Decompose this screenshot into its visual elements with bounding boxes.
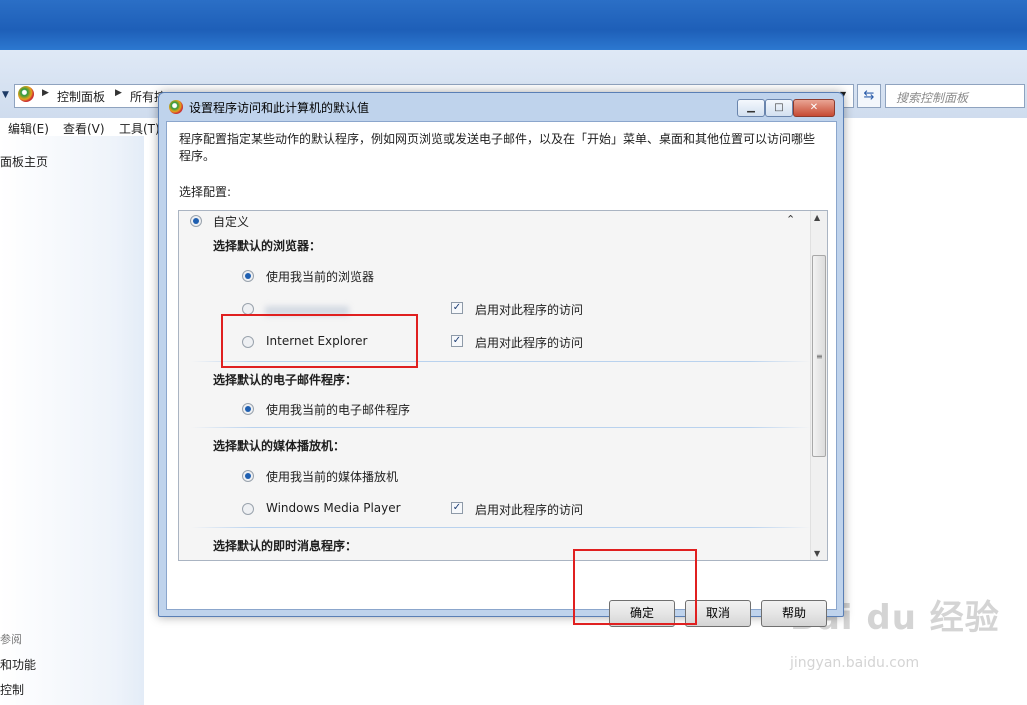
baidu-watermark-url: jingyan.baidu.com	[790, 655, 920, 671]
menu-view[interactable]: 查看(V)	[63, 120, 105, 137]
menu-tools[interactable]: 工具(T)	[119, 120, 160, 137]
refresh-button[interactable]: ⇆	[857, 84, 881, 108]
collapse-chevron-icon[interactable]: ⌃	[786, 213, 795, 226]
search-placeholder: 搜索控制面板	[896, 91, 969, 105]
minimize-button[interactable]: ▁	[737, 99, 765, 117]
list-scrollbar[interactable]: ▲ ≡ ▼	[810, 211, 827, 560]
scroll-grip-icon: ≡	[816, 352, 823, 361]
breadcrumb-control-panel[interactable]: 控制面板	[57, 88, 105, 105]
menu-edit[interactable]: 编辑(E)	[8, 120, 49, 137]
browser-option-2-access-label: 启用对此程序的访问	[475, 303, 584, 317]
config-name: 自定义	[213, 215, 250, 229]
section-divider	[191, 527, 811, 528]
close-button[interactable]: ✕	[793, 99, 835, 117]
section-heading-browser: 选择默认的浏览器：	[213, 239, 322, 253]
media-option-wmp-access-label: 启用对此程序的访问	[475, 503, 584, 517]
nav-dropdown-icon[interactable]: ▼	[2, 90, 9, 100]
minimize-icon: ▁	[747, 102, 755, 113]
control-panel-icon	[18, 86, 34, 102]
media-option-current-label: 使用我当前的媒体播放机	[266, 470, 399, 484]
breadcrumb-arrow-icon: ▶	[115, 88, 122, 98]
media-option-wmp-radio[interactable]	[242, 503, 254, 515]
section-divider	[191, 427, 811, 428]
media-option-current-radio[interactable]	[242, 470, 254, 482]
section-heading-media: 选择默认的媒体播放机：	[213, 439, 346, 453]
browser-option-current-radio[interactable]	[242, 270, 254, 282]
menu-bar: 编辑(E) 查看(V) 工具(T)	[0, 118, 160, 136]
browser-option-current-label: 使用我当前的浏览器	[266, 270, 375, 284]
left-nav-pane: 面板主页 参阅 和功能 控制	[0, 136, 144, 705]
config-list: 自定义 ⌃ 选择默认的浏览器： 使用我当前的浏览器 ✓ 启用对此程序的访问 In…	[178, 210, 828, 561]
email-option-current-label: 使用我当前的电子邮件程序	[266, 403, 411, 417]
section-heading-im: 选择默认的即时消息程序：	[213, 539, 358, 553]
window-top-banner	[0, 0, 1027, 50]
dialog-app-icon	[169, 100, 183, 114]
scroll-up-icon[interactable]: ▲	[814, 213, 820, 222]
scrollbar-thumb[interactable]: ≡	[812, 255, 826, 457]
maximize-button[interactable]: □	[765, 99, 793, 117]
browser-option-ie-access-label: 启用对此程序的访问	[475, 336, 584, 350]
maximize-icon: □	[774, 102, 784, 113]
browser-option-2-access-checkbox[interactable]: ✓	[451, 302, 463, 314]
help-button[interactable]: 帮助	[761, 600, 827, 627]
config-radio[interactable]	[190, 215, 202, 227]
close-icon: ✕	[809, 102, 819, 113]
media-option-wmp-access-checkbox[interactable]: ✓	[451, 502, 463, 514]
media-option-wmp-label: Windows Media Player	[266, 501, 401, 515]
refresh-icon: ⇆	[863, 88, 875, 103]
programs-features-link[interactable]: 和功能	[0, 656, 36, 673]
dialog-description: 程序配置指定某些动作的默认程序，例如网页浏览或发送电子邮件，以及在「开始」菜单、…	[179, 132, 816, 163]
search-input[interactable]: 搜索控制面板	[885, 84, 1025, 108]
select-config-label: 选择配置:	[179, 185, 232, 199]
email-option-current-radio[interactable]	[242, 403, 254, 415]
browser-option-ie-access-checkbox[interactable]: ✓	[451, 335, 463, 347]
control-panel-home-link[interactable]: 面板主页	[0, 153, 48, 170]
ok-highlight-box	[573, 549, 697, 625]
scroll-down-icon[interactable]: ▼	[814, 549, 820, 558]
ie-highlight-box	[221, 314, 418, 368]
control-link[interactable]: 控制	[0, 681, 24, 698]
dialog-title: 设置程序访问和此计算机的默认值	[189, 101, 370, 115]
breadcrumb-arrow-icon: ▶	[42, 88, 49, 98]
section-heading-email: 选择默认的电子邮件程序：	[213, 373, 358, 387]
see-also-heading: 参阅	[0, 633, 22, 646]
